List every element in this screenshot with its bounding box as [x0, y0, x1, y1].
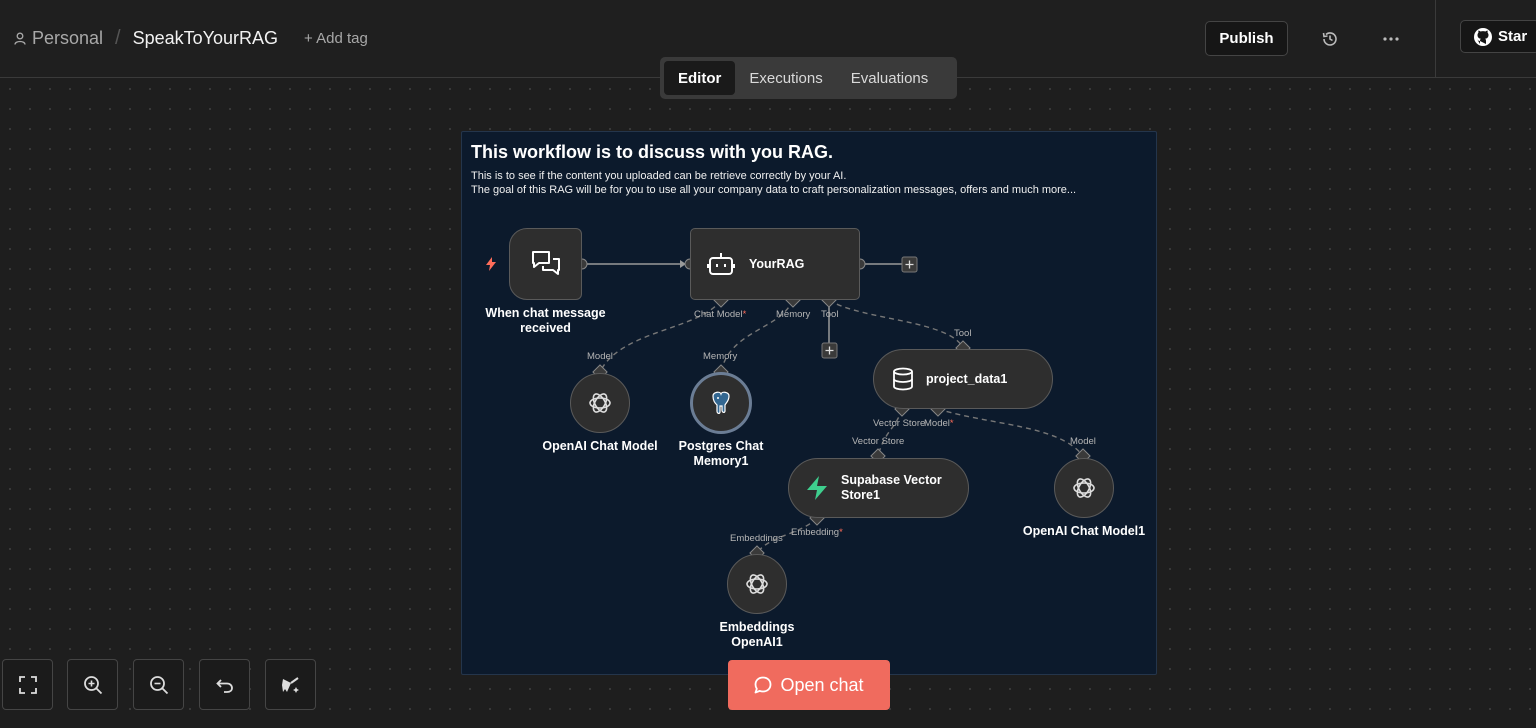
- openai-chat-model1-node[interactable]: [1054, 458, 1114, 518]
- project-crumb[interactable]: Personal: [14, 28, 103, 49]
- embedding-out-label: Embedding*: [791, 527, 843, 538]
- header-divider: [1435, 0, 1436, 78]
- zoom-out-button[interactable]: [133, 659, 184, 710]
- tidy-up-button[interactable]: [265, 659, 316, 710]
- openai-chat-model-label: OpenAI Chat Model: [542, 439, 658, 453]
- breadcrumb: Personal / SpeakToYourRAG + Add tag: [14, 27, 368, 50]
- sticky-line-1: This is to see if the content you upload…: [471, 170, 847, 182]
- zoom-in-button[interactable]: [67, 659, 118, 710]
- embeddings-openai-label: Embeddings OpenAI1: [719, 620, 795, 649]
- user-icon: [14, 32, 26, 45]
- github-icon: [1474, 27, 1492, 46]
- postgres-memory-label: Postgres Chat Memory1: [678, 439, 764, 468]
- open-chat-label: Open chat: [780, 674, 864, 695]
- database-icon: [893, 367, 913, 391]
- project-data-tool-node[interactable]: project_data1: [873, 349, 1053, 409]
- broom-icon: [281, 676, 299, 693]
- chat-model-port-label: Chat Model*: [694, 309, 747, 320]
- memory-port-label: Memory: [776, 309, 811, 320]
- agent-node-yourrag[interactable]: YourRAG: [690, 228, 860, 300]
- model-in-label: Model: [587, 351, 613, 362]
- view-tabs: Editor Executions Evaluations: [660, 57, 957, 99]
- chat-bubbles-icon: [531, 251, 560, 275]
- openai-chat-model1-label: OpenAI Chat Model1: [1022, 524, 1146, 538]
- supabase-vector-store-node[interactable]: Supabase Vector Store1: [788, 458, 969, 518]
- memory-in-label: Memory: [703, 351, 738, 362]
- more-options-button[interactable]: [1377, 25, 1405, 53]
- reset-zoom-button[interactable]: [199, 659, 250, 710]
- openai-chat-model-node[interactable]: [570, 373, 630, 433]
- undo-icon: [215, 678, 233, 693]
- fullscreen-icon: [18, 675, 37, 694]
- model-in-label-2: Model: [1070, 436, 1096, 447]
- tool-in-label: Tool: [954, 328, 972, 339]
- supabase-icon: [807, 476, 827, 500]
- openai-icon: [1073, 478, 1095, 498]
- postgres-elephant-icon: [712, 391, 730, 414]
- open-chat-button[interactable]: Open chat: [728, 660, 890, 710]
- fit-view-button[interactable]: [2, 659, 53, 710]
- breadcrumb-separator: /: [115, 27, 121, 49]
- trigger-bolt-icon: [486, 257, 496, 271]
- history-button[interactable]: [1316, 25, 1344, 53]
- workflow-name[interactable]: SpeakToYourRAG: [133, 28, 278, 49]
- sticky-line-2: The goal of this RAG will be for you to …: [471, 184, 1077, 196]
- openai-icon: [589, 393, 611, 413]
- chat-trigger-node[interactable]: [509, 228, 582, 300]
- publish-button[interactable]: Publish: [1205, 21, 1288, 56]
- more-icon: [1383, 37, 1399, 41]
- openai-icon: [746, 574, 768, 594]
- robot-icon: [707, 253, 735, 275]
- project-data-label: project_data1: [926, 371, 1008, 386]
- chat-trigger-label: When chat message received: [485, 306, 606, 335]
- sticky-note[interactable]: This workflow is to discuss with you RAG…: [461, 131, 1157, 675]
- zoom-in-icon: [83, 675, 102, 694]
- supabase-label: Supabase Vector Store1: [841, 473, 942, 502]
- add-tag-button[interactable]: + Add tag: [304, 30, 368, 47]
- tool-port-label: Tool: [821, 309, 839, 320]
- star-label: Star: [1498, 28, 1528, 45]
- tab-editor[interactable]: Editor: [664, 61, 736, 95]
- postgres-memory-node[interactable]: [690, 372, 752, 434]
- vector-store-out-label: Vector Store: [873, 418, 925, 429]
- embeddings-openai-node[interactable]: [727, 554, 787, 614]
- model-out-label: Model*: [924, 418, 954, 429]
- history-icon: [1322, 32, 1337, 46]
- tab-executions[interactable]: Executions: [735, 61, 836, 95]
- agent-label: YourRAG: [749, 256, 805, 271]
- vector-store-in-label: Vector Store: [852, 436, 905, 447]
- sticky-title: This workflow is to discuss with you RAG…: [471, 142, 834, 162]
- embeddings-in-label: Embeddings: [730, 533, 783, 544]
- chat-bubble-icon: [755, 676, 772, 694]
- github-star-button[interactable]: Star: [1460, 20, 1536, 53]
- zoom-out-icon: [149, 675, 168, 694]
- tab-evaluations[interactable]: Evaluations: [837, 61, 943, 95]
- project-name: Personal: [32, 28, 104, 48]
